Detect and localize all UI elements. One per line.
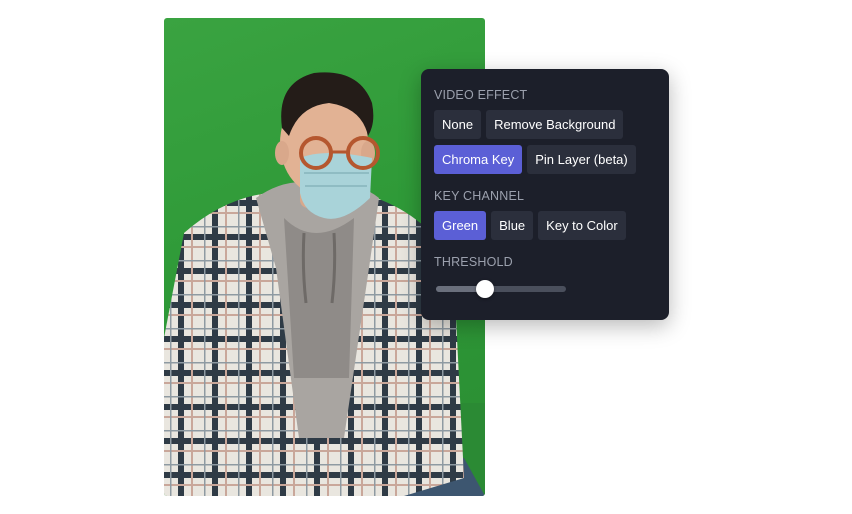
video-effect-panel: VIDEO EFFECT None Remove Background Chro… <box>421 69 669 320</box>
threshold-slider[interactable] <box>436 279 566 299</box>
threshold-slider-thumb[interactable] <box>476 280 495 298</box>
effect-pin-layer-button[interactable]: Pin Layer (beta) <box>527 145 636 174</box>
threshold-label: THRESHOLD <box>434 255 513 269</box>
video-effect-row-1: None Remove Background <box>434 110 656 139</box>
channel-key-to-color-button[interactable]: Key to Color <box>538 211 626 240</box>
video-effect-row-2: Chroma Key Pin Layer (beta) <box>434 145 656 174</box>
channel-green-button[interactable]: Green <box>434 211 487 240</box>
effect-none-button[interactable]: None <box>434 110 482 139</box>
stage: VIDEO EFFECT None Remove Background Chro… <box>0 0 852 514</box>
channel-blue-button[interactable]: Blue <box>491 211 534 240</box>
video-effect-label: VIDEO EFFECT <box>434 88 528 102</box>
key-channel-row: Green Blue Key to Color <box>434 211 656 240</box>
effect-remove-background-button[interactable]: Remove Background <box>486 110 624 139</box>
key-channel-label: KEY CHANNEL <box>434 189 525 203</box>
effect-chroma-key-button[interactable]: Chroma Key <box>434 145 523 174</box>
